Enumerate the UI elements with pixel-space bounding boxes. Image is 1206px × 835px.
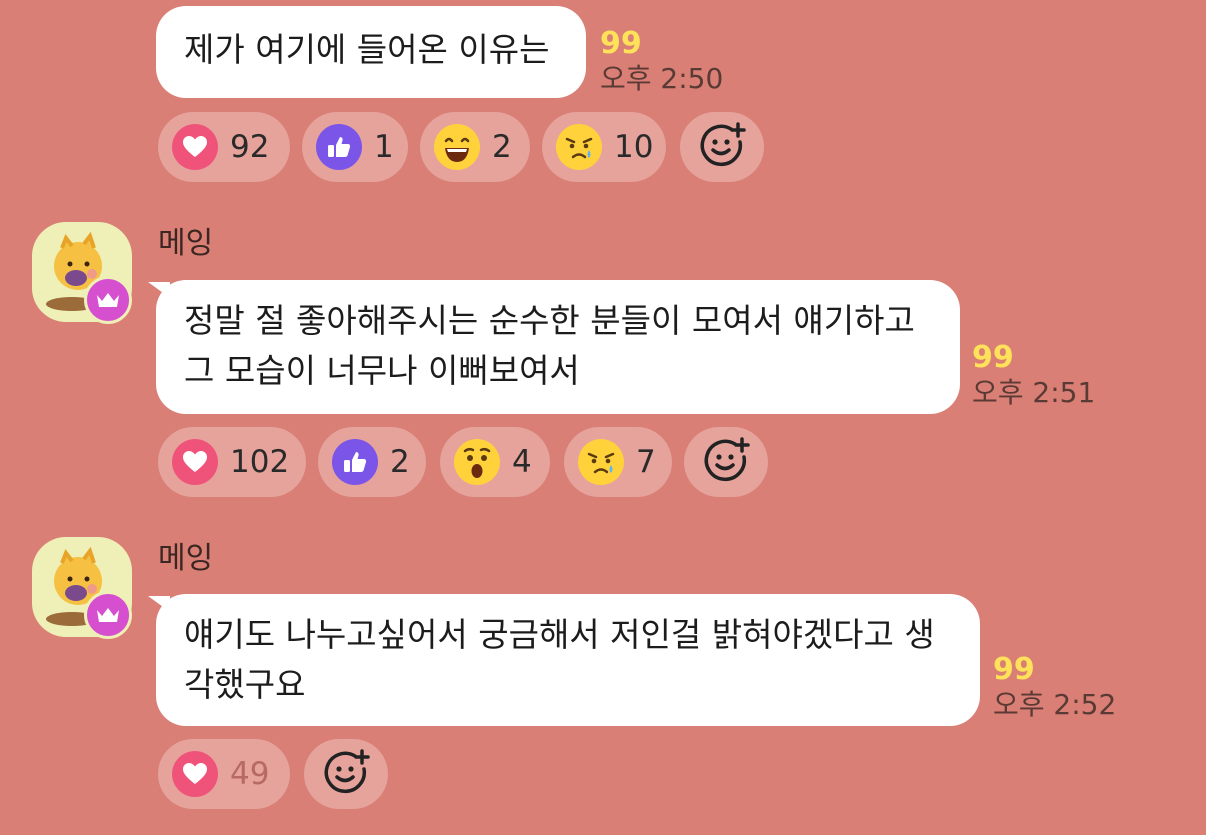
reaction-surprised[interactable]: 4	[440, 427, 550, 497]
message-text-line: 정말 절 좋아해주시는 순수한 분들이 모여서 얘기하고	[184, 301, 915, 340]
heart-icon	[172, 439, 218, 485]
add-reaction-button[interactable]	[304, 739, 388, 809]
reaction-count: 7	[636, 444, 656, 480]
reaction-crying[interactable]: 10	[542, 112, 666, 182]
reaction-count: 10	[614, 129, 654, 165]
message-bubble[interactable]: 정말 절 좋아해주시는 순수한 분들이 모여서 얘기하고 그 모습이 너무나 이…	[148, 280, 960, 414]
message-meta: 99 오후 2:52	[993, 652, 1116, 722]
reaction-count: 4	[512, 444, 532, 480]
sender-name: 메잉	[158, 226, 214, 261]
crying-face-icon	[556, 124, 602, 170]
crying-face-icon	[578, 439, 624, 485]
message-time: 오후 2:52	[993, 688, 1117, 721]
unread-count: 99	[600, 26, 642, 61]
message-text: 제가 여기에 들어온 이유는	[184, 30, 550, 69]
heart-icon	[172, 751, 218, 797]
add-emoji-icon	[697, 120, 747, 174]
add-reaction-button[interactable]	[684, 427, 768, 497]
reaction-count: 49	[230, 756, 270, 792]
reaction-count: 102	[230, 444, 290, 480]
reaction-heart[interactable]: 49	[158, 739, 290, 809]
add-emoji-icon	[701, 435, 751, 489]
message-meta: 99 오후 2:50	[600, 26, 723, 96]
unread-count: 99	[972, 340, 1014, 375]
message-bubble[interactable]: 제가 여기에 들어온 이유는	[156, 6, 586, 98]
unread-count: 99	[993, 652, 1035, 687]
surprised-face-icon	[454, 439, 500, 485]
crown-badge-icon	[84, 591, 132, 639]
heart-icon	[172, 124, 218, 170]
thumbs-up-icon	[332, 439, 378, 485]
message-meta: 99 오후 2:51	[972, 340, 1095, 410]
reaction-count: 2	[390, 444, 410, 480]
add-emoji-icon	[321, 747, 371, 801]
reaction-heart[interactable]: 102	[158, 427, 306, 497]
message-text-line: 그 모습이 너무나 이뻐보여서	[184, 351, 580, 390]
reaction-count: 2	[492, 129, 512, 165]
message-text-line: 얘기도 나누고싶어서 궁금해서 저인걸 밝혀야겠다고 생	[184, 615, 935, 654]
reaction-thumbs-up[interactable]: 2	[318, 427, 426, 497]
message-time: 오후 2:51	[972, 376, 1096, 409]
message-time: 오후 2:50	[600, 62, 724, 95]
reaction-thumbs-up[interactable]: 1	[302, 112, 408, 182]
reaction-crying[interactable]: 7	[564, 427, 672, 497]
grinning-face-icon	[434, 124, 480, 170]
reaction-heart[interactable]: 92	[158, 112, 290, 182]
message-bubble[interactable]: 얘기도 나누고싶어서 궁금해서 저인걸 밝혀야겠다고 생 각했구요	[148, 594, 980, 726]
reaction-count: 1	[374, 129, 394, 165]
add-reaction-button[interactable]	[680, 112, 764, 182]
crown-badge-icon	[84, 276, 132, 324]
reaction-count: 92	[230, 129, 270, 165]
reaction-grinning[interactable]: 2	[420, 112, 530, 182]
thumbs-up-icon	[316, 124, 362, 170]
message-text-line: 각했구요	[184, 665, 306, 704]
sender-name: 메잉	[158, 541, 214, 576]
